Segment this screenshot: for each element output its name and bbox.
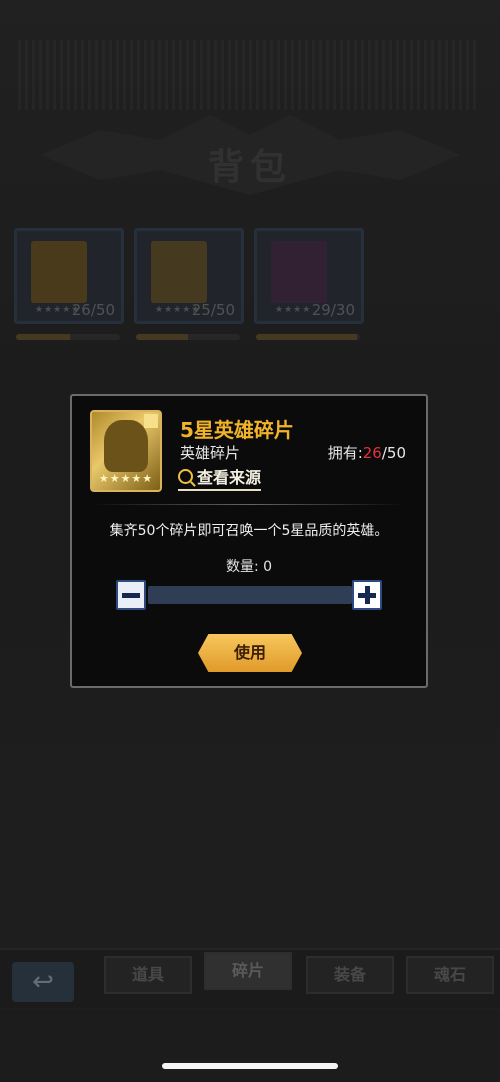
owned-label: 拥有: xyxy=(327,444,363,462)
quantity-slider[interactable] xyxy=(148,586,352,604)
decrease-quantity-button[interactable] xyxy=(116,580,146,610)
home-indicator[interactable] xyxy=(162,1063,338,1069)
owned-total: /50 xyxy=(381,444,406,462)
increase-quantity-button[interactable] xyxy=(352,580,382,610)
item-star-rating: ★★★★★ xyxy=(98,472,154,485)
item-detail-dialog: ★★★★★ 5星英雄碎片 英雄碎片 拥有:26/50 查看来源 集齐50个碎片即… xyxy=(70,394,428,688)
item-description: 集齐50个碎片即可召唤一个5星品质的英雄。 xyxy=(109,523,389,539)
quantity-label: 数量: 0 xyxy=(225,559,273,575)
view-source-link[interactable]: 查看来源 xyxy=(178,464,262,491)
owned-value: 26 xyxy=(362,444,382,462)
plus-icon xyxy=(365,586,370,604)
divider xyxy=(92,504,406,505)
owned-count: 拥有:26/50 xyxy=(328,442,406,463)
item-icon-frame: ★★★★★ xyxy=(90,410,162,492)
item-type: 英雄碎片 xyxy=(180,444,241,462)
minus-icon xyxy=(122,593,140,598)
fragment-corner-icon xyxy=(144,414,158,428)
item-name: 5星英雄碎片 xyxy=(180,418,294,442)
view-source-label: 查看来源 xyxy=(197,468,262,487)
magnifier-icon xyxy=(178,469,193,484)
hero-portrait-icon xyxy=(104,420,148,472)
use-button[interactable]: 使用 xyxy=(198,634,302,672)
